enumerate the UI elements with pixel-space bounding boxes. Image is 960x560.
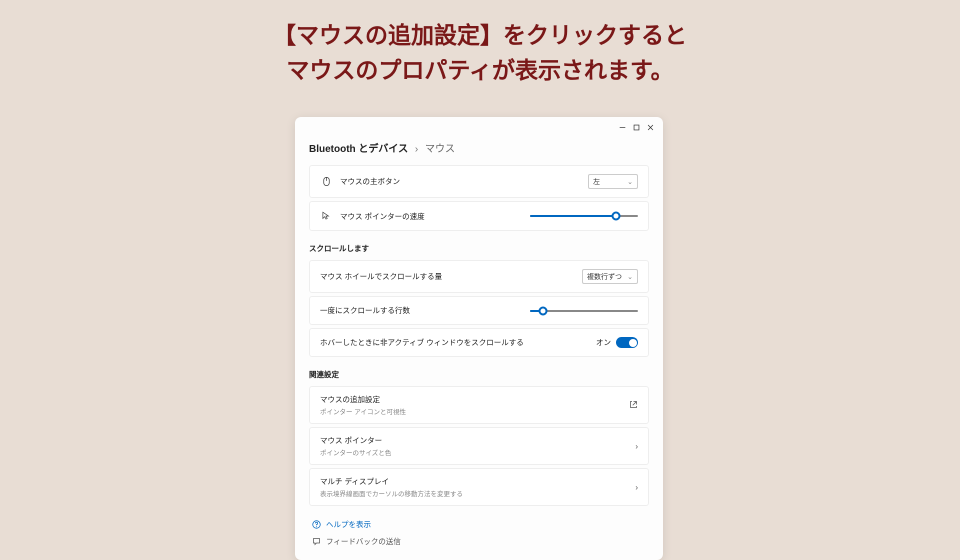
pointer-icon — [320, 210, 332, 222]
link-subtitle: ポインターのサイズと色 — [320, 447, 635, 457]
maximize-button[interactable] — [629, 120, 643, 134]
hover-scroll-label: ホバーしたときに非アクティブ ウィンドウをスクロールする — [320, 337, 596, 348]
hover-scroll-state: オン — [596, 337, 611, 348]
additional-mouse-settings-link[interactable]: マウスの追加設定 ポインター アイコンと可視性 — [309, 386, 649, 424]
chevron-right-icon: › — [635, 483, 638, 492]
hover-scroll-toggle[interactable] — [616, 337, 638, 348]
help-label: ヘルプを表示 — [326, 519, 371, 530]
link-title: マルチ ディスプレイ — [320, 476, 635, 487]
breadcrumb[interactable]: Bluetooth とデバイス › マウス — [309, 140, 649, 155]
close-button[interactable] — [643, 120, 657, 134]
link-subtitle: 表示境界線画面でカーソルの移動方法を変更する — [320, 488, 635, 498]
scroll-section-title: スクロールします — [309, 243, 649, 254]
pointer-speed-label: マウス ポインターの速度 — [340, 211, 530, 222]
link-subtitle: ポインター アイコンと可視性 — [320, 406, 629, 416]
feedback-label: フィードバックの送信 — [326, 536, 401, 547]
breadcrumb-current: マウス — [425, 144, 455, 155]
help-icon — [311, 520, 321, 530]
multi-display-link[interactable]: マルチ ディスプレイ 表示境界線画面でカーソルの移動方法を変更する › — [309, 468, 649, 506]
annotation-line2: マウスのプロパティが表示されます。 — [286, 57, 673, 83]
feedback-icon — [311, 537, 321, 547]
title-bar — [295, 117, 663, 137]
primary-button-value: 左 — [593, 177, 600, 187]
annotation-line1: 【マウスの追加設定】をクリックすると — [273, 22, 687, 48]
scroll-wheel-row: マウス ホイールでスクロールする量 複数行ずつ ⌄ — [309, 260, 649, 293]
help-link[interactable]: ヘルプを表示 — [309, 516, 649, 533]
scroll-wheel-value: 複数行ずつ — [587, 272, 622, 282]
settings-window: Bluetooth とデバイス › マウス マウスの主ボタン 左 ⌄ マウス ポ… — [295, 117, 663, 560]
primary-button-row: マウスの主ボタン 左 ⌄ — [309, 165, 649, 198]
minimize-button[interactable] — [615, 120, 629, 134]
primary-button-dropdown[interactable]: 左 ⌄ — [588, 174, 638, 189]
scroll-lines-row: 一度にスクロールする行数 — [309, 296, 649, 325]
related-section-title: 関連設定 — [309, 369, 649, 380]
mouse-pointer-link[interactable]: マウス ポインター ポインターのサイズと色 › — [309, 427, 649, 465]
scroll-wheel-dropdown[interactable]: 複数行ずつ ⌄ — [582, 269, 638, 284]
scroll-lines-slider[interactable] — [530, 310, 638, 312]
pointer-speed-row: マウス ポインターの速度 — [309, 201, 649, 231]
scroll-lines-label: 一度にスクロールする行数 — [320, 305, 530, 316]
primary-button-label: マウスの主ボタン — [340, 176, 588, 187]
pointer-speed-slider[interactable] — [530, 215, 638, 217]
instruction-annotation: 【マウスの追加設定】をクリックすると マウスのプロパティが表示されます。 — [0, 18, 960, 87]
mouse-icon — [320, 176, 332, 188]
link-title: マウス ポインター — [320, 435, 635, 446]
scroll-wheel-label: マウス ホイールでスクロールする量 — [320, 271, 582, 282]
chevron-down-icon: ⌄ — [627, 178, 633, 186]
hover-scroll-row: ホバーしたときに非アクティブ ウィンドウをスクロールする オン — [309, 328, 649, 357]
breadcrumb-parent[interactable]: Bluetooth とデバイス — [309, 144, 408, 155]
external-link-icon — [629, 400, 638, 411]
chevron-right-icon: › — [635, 442, 638, 451]
link-title: マウスの追加設定 — [320, 394, 629, 405]
breadcrumb-separator: › — [415, 144, 418, 155]
chevron-down-icon: ⌄ — [627, 273, 633, 281]
feedback-link[interactable]: フィードバックの送信 — [309, 533, 649, 550]
